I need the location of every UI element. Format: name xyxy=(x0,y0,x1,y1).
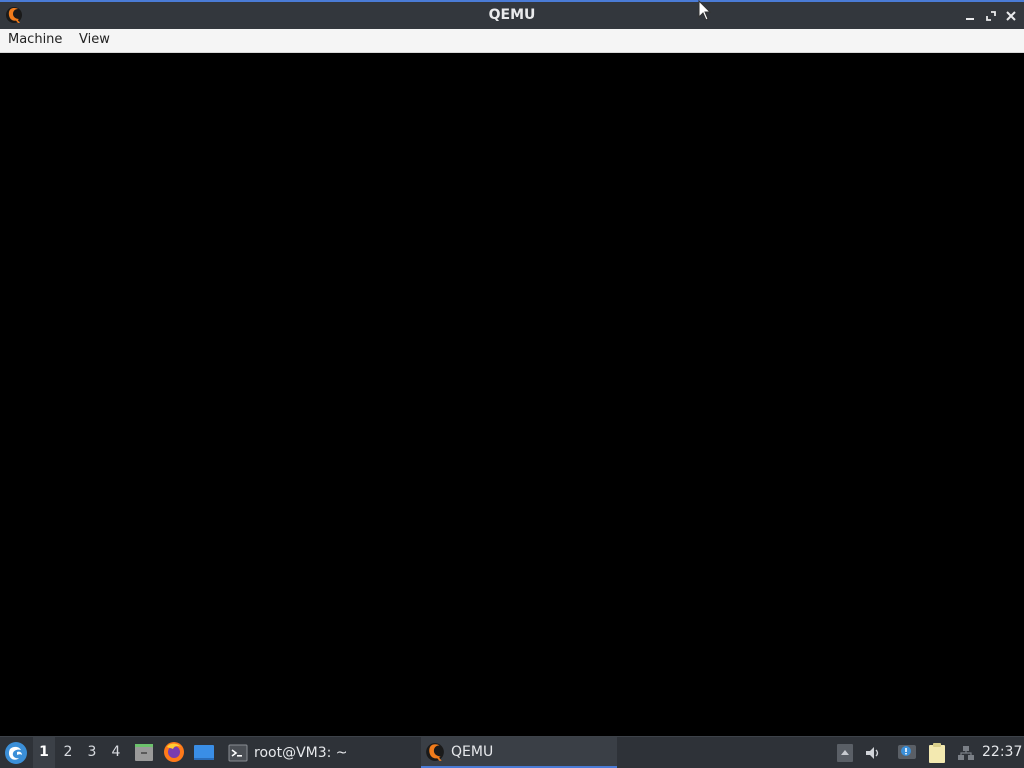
network-icon[interactable] xyxy=(955,742,977,764)
workspace-2[interactable]: 2 xyxy=(57,737,79,768)
workspace-3[interactable]: 3 xyxy=(81,737,103,768)
menubar: Machine View xyxy=(0,29,1024,53)
workspace-4[interactable]: 4 xyxy=(105,737,127,768)
clipboard-icon[interactable] xyxy=(926,742,948,764)
show-desktop-icon[interactable] xyxy=(193,741,215,763)
task-qemu[interactable]: QEMU xyxy=(421,737,617,768)
notification-icon[interactable] xyxy=(896,742,918,764)
restore-icon xyxy=(986,11,996,21)
terminal-icon xyxy=(228,744,248,761)
minimize-button[interactable] xyxy=(961,7,979,25)
volume-icon[interactable] xyxy=(862,742,884,764)
file-manager-icon[interactable] xyxy=(133,741,155,763)
task-qemu-label: QEMU xyxy=(451,743,494,760)
clock[interactable]: 22:37 xyxy=(982,737,1022,768)
maximize-button[interactable] xyxy=(982,7,1000,25)
qemu-icon xyxy=(426,742,444,761)
task-terminal-label: root@VM3: ~ xyxy=(254,744,348,761)
start-menu-icon[interactable] xyxy=(4,741,28,765)
firefox-icon[interactable] xyxy=(163,741,185,763)
taskbar: 1 2 3 4 root@VM3: ~ QEMU 22:37 xyxy=(0,736,1024,768)
close-icon xyxy=(1006,11,1016,21)
mouse-cursor-icon xyxy=(698,0,712,21)
task-terminal[interactable]: root@VM3: ~ xyxy=(224,737,414,768)
workspace-1[interactable]: 1 xyxy=(33,737,55,768)
menu-machine[interactable]: Machine xyxy=(8,32,62,47)
vm-display[interactable] xyxy=(0,53,1024,736)
close-button[interactable] xyxy=(1002,7,1020,25)
tray-arrow-icon[interactable] xyxy=(834,742,856,764)
window-titlebar[interactable]: QEMU xyxy=(0,0,1024,29)
minimize-icon xyxy=(966,18,974,20)
window-title: QEMU xyxy=(488,7,536,23)
menu-view[interactable]: View xyxy=(79,32,110,47)
